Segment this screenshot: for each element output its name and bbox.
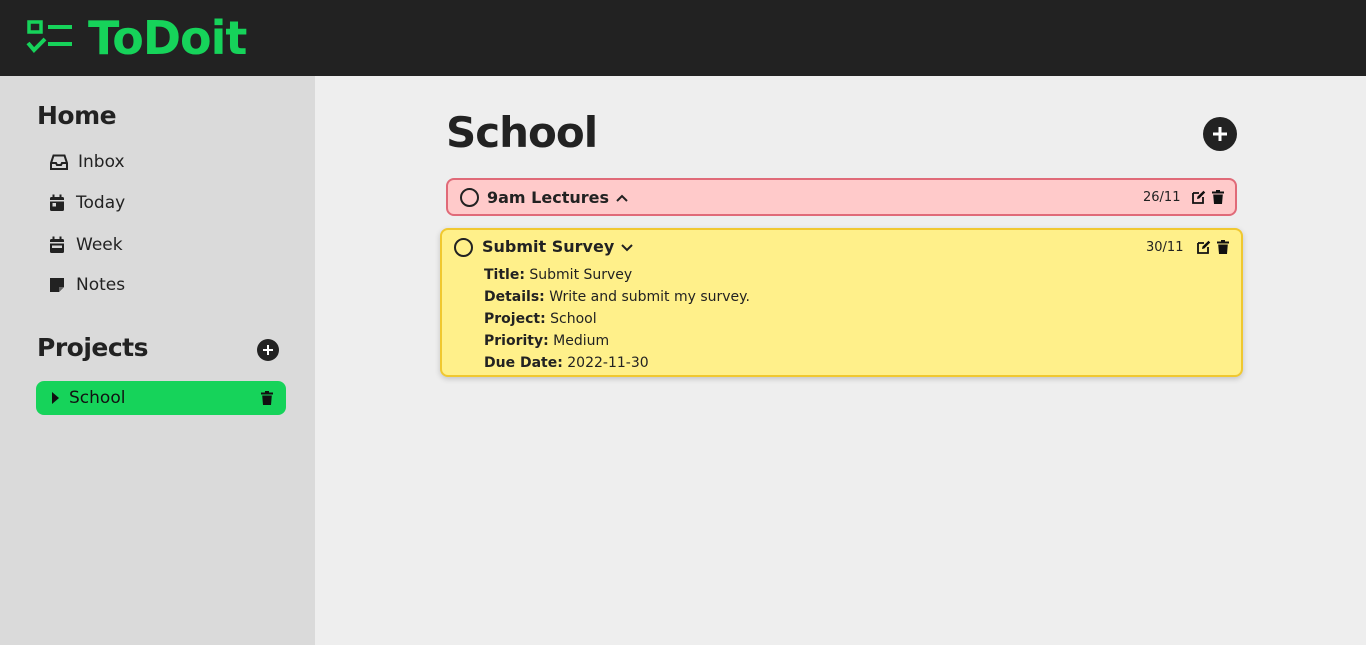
chevron-up-icon[interactable] [615, 191, 629, 205]
detail-title: Title: Submit Survey [484, 264, 750, 286]
calendar-week-icon [50, 236, 64, 253]
project-item-label: School [69, 388, 126, 408]
inbox-icon [50, 154, 68, 170]
projects-heading: Projects [37, 333, 149, 362]
plus-icon [263, 345, 273, 355]
detail-project: Project: School [484, 308, 750, 330]
sidebar-item-label: Notes [76, 275, 126, 295]
detail-value: 2022-11-30 [567, 355, 649, 371]
trash-icon[interactable] [1217, 240, 1229, 254]
page-title: School [446, 108, 598, 157]
task-details: Title: Submit Survey Details: Write and … [484, 264, 750, 374]
add-task-button[interactable] [1203, 117, 1237, 151]
app-header: ToDoit [0, 0, 1366, 76]
complete-task-checkbox[interactable] [454, 238, 473, 257]
home-heading[interactable]: Home [37, 101, 117, 130]
detail-value: Write and submit my survey. [549, 289, 750, 305]
detail-priority: Priority: Medium [484, 330, 750, 352]
plus-icon [1213, 127, 1227, 141]
detail-label: Title: [484, 267, 525, 283]
chevron-down-icon[interactable] [620, 240, 634, 254]
task-card-expanded[interactable]: Submit Survey 30/11 Title: Submit Survey… [440, 228, 1243, 377]
trash-icon[interactable] [1212, 190, 1224, 204]
sidebar-item-label: Today [76, 193, 126, 213]
caret-right-icon [52, 392, 59, 404]
calendar-day-icon [50, 194, 64, 211]
app-logo-text: ToDoit [88, 11, 247, 65]
sidebar: Home Inbox Today Week Notes Projects Sch… [0, 76, 315, 645]
task-date: 26/11 [1143, 190, 1181, 205]
add-project-button[interactable] [257, 339, 279, 361]
edit-icon[interactable] [1192, 190, 1206, 204]
trash-icon[interactable] [261, 391, 273, 405]
project-item-school[interactable]: School [36, 381, 286, 415]
task-name: Submit Survey [482, 237, 634, 256]
detail-value: Submit Survey [529, 267, 633, 283]
detail-label: Due Date: [484, 355, 563, 371]
detail-label: Project: [484, 311, 546, 327]
detail-details: Details: Write and submit my survey. [484, 286, 750, 308]
edit-icon[interactable] [1197, 240, 1211, 254]
task-date: 30/11 [1146, 240, 1184, 255]
sidebar-item-label: Inbox [78, 152, 125, 172]
detail-value: School [550, 311, 597, 327]
sidebar-item-week[interactable]: Week [48, 235, 123, 255]
sidebar-item-today[interactable]: Today [48, 193, 125, 213]
detail-value: Medium [553, 333, 610, 349]
sticky-note-icon [50, 278, 64, 292]
detail-label: Priority: [484, 333, 549, 349]
task-card[interactable]: 9am Lectures 26/11 [446, 178, 1237, 216]
checklist-logo-icon [26, 20, 72, 53]
complete-task-checkbox[interactable] [460, 188, 479, 207]
sidebar-item-label: Week [76, 235, 123, 255]
sidebar-item-notes[interactable]: Notes [48, 275, 125, 295]
task-name-text: Submit Survey [482, 237, 615, 256]
detail-label: Details: [484, 289, 545, 305]
detail-due-date: Due Date: 2022-11-30 [484, 352, 750, 374]
task-name-text: 9am Lectures [487, 188, 610, 207]
sidebar-item-inbox[interactable]: Inbox [50, 152, 125, 172]
task-name: 9am Lectures [487, 188, 629, 207]
